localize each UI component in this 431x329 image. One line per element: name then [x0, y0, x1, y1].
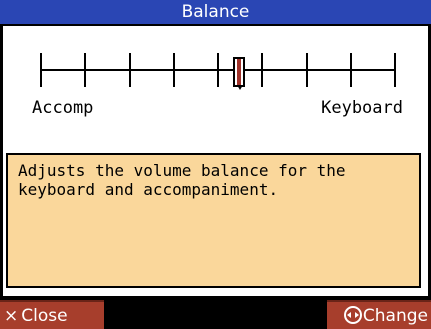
- change-button[interactable]: Change: [327, 300, 431, 329]
- close-icon: ×: [4, 306, 19, 326]
- close-label: Close: [21, 306, 68, 326]
- change-label: Change: [362, 306, 428, 326]
- slider-track: [40, 69, 396, 71]
- slider-knob[interactable]: [233, 57, 245, 87]
- left-right-circle-icon: [343, 306, 362, 324]
- close-button[interactable]: × Close: [0, 300, 104, 329]
- balance-screen: Balance Accomp Keyboard Adjusts the volu…: [0, 0, 431, 329]
- accomp-label: Accomp: [32, 98, 94, 118]
- slider-pointer: [237, 85, 243, 90]
- page-title: Balance: [0, 0, 431, 24]
- frame-left: [0, 24, 3, 296]
- balance-slider[interactable]: [40, 49, 396, 91]
- keyboard-label: Keyboard: [321, 98, 403, 118]
- description-box: Adjusts the volume balance for the keybo…: [6, 153, 421, 288]
- title-divider: [0, 24, 431, 26]
